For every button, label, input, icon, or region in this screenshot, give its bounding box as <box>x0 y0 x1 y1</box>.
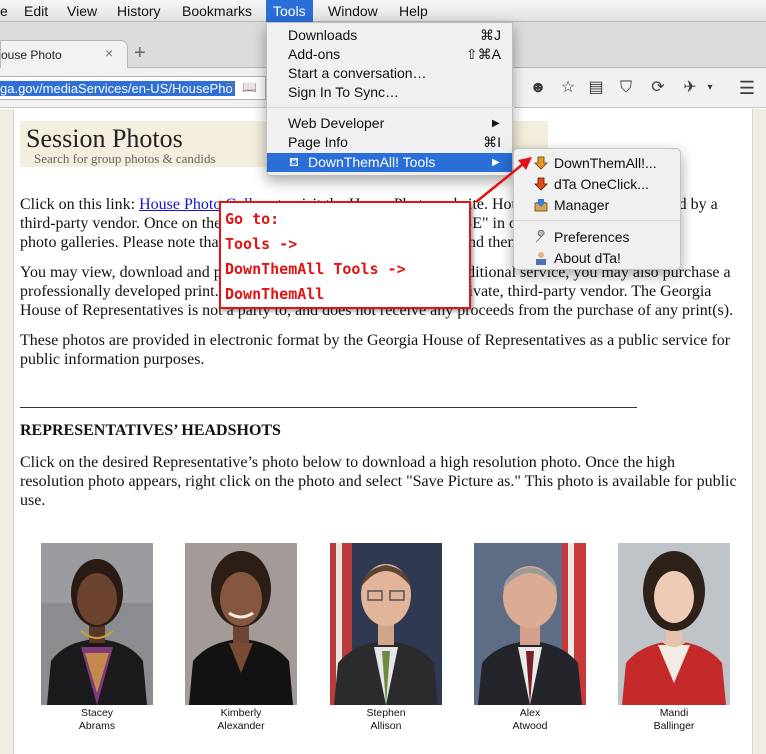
menu-item-label: DownThemAll! Tools <box>308 154 436 170</box>
menu-item-addons[interactable]: Add-ons ⇧⌘A <box>267 45 514 64</box>
downthemall-icon: ⛾ <box>289 155 299 169</box>
url-text[interactable]: ga.gov/mediaServices/en-US/HousePho <box>0 81 235 96</box>
browser-tab[interactable]: ouse Photo × <box>0 40 128 69</box>
downthemall-toolbar-icon[interactable]: ✈ <box>680 78 700 98</box>
menu-item-start-conversation[interactable]: Start a conversation… <box>267 64 514 83</box>
new-tab-button[interactable]: + <box>134 43 146 63</box>
tab-title: ouse Photo <box>1 48 62 62</box>
menu-item-label: Web Developer <box>288 115 385 131</box>
menu-help[interactable]: Help <box>392 0 435 22</box>
menu-item-label: Start a conversation… <box>288 65 427 81</box>
caption-first-name: Stacey <box>80 707 114 719</box>
annotation-line: Go to: <box>225 210 280 228</box>
menu-item-label: Add-ons <box>288 46 341 62</box>
submenu-item-label: Preferences <box>554 229 630 245</box>
page-right-border <box>752 109 766 754</box>
horizontal-rule <box>20 407 637 408</box>
caption-last-name: Alexander <box>217 720 265 732</box>
caption-first-name: Kimberly <box>220 707 262 719</box>
menu-window[interactable]: Window <box>321 0 385 22</box>
hamburger-menu-icon[interactable]: ☰ <box>737 78 757 98</box>
pocket-icon[interactable]: ⛉ <box>616 78 636 98</box>
menu-item-shortcut: ⇧⌘A <box>465 46 501 62</box>
bookmark-star-icon[interactable]: ☆ <box>558 78 578 98</box>
menu-item-sign-in-sync[interactable]: Sign In To Sync… <box>267 83 514 102</box>
close-tab-icon[interactable]: × <box>105 45 113 61</box>
headshot-abrams[interactable] <box>41 543 153 705</box>
menu-item-web-developer[interactable]: Web Developer ▶ <box>267 114 514 133</box>
bookmarks-list-icon[interactable]: ▤ <box>586 78 606 98</box>
annotation-arrow <box>475 157 532 203</box>
menu-item-label: Sign In To Sync… <box>288 84 400 100</box>
caption-allison: Stephen Allison <box>330 707 442 733</box>
caption-last-name: Ballinger <box>653 720 695 732</box>
paragraph-gallery-lead: Click on this link: <box>20 196 140 213</box>
url-history-dropdown-icon[interactable]: ▽ <box>226 80 234 93</box>
submenu-item-label: dTa OneClick... <box>554 176 649 192</box>
caption-ballinger: Mandi Ballinger <box>618 707 730 733</box>
submenu-item-preferences[interactable]: Preferences <box>514 227 680 247</box>
annotation-line: DownThemAll Tools -> <box>225 260 406 278</box>
reader-view-icon[interactable]: 📖 <box>242 80 257 94</box>
caption-alexander: Kimberly Alexander <box>185 707 297 733</box>
headshots-heading: REPRESENTATIVES’ HEADSHOTS <box>20 422 281 439</box>
caption-atwood: Alex Atwood <box>474 707 586 733</box>
caption-last-name: Abrams <box>78 720 116 732</box>
toolbar-dropdown-icon[interactable]: ▾ <box>700 78 720 98</box>
smiley-icon[interactable]: ☻ <box>528 78 548 98</box>
annotation-line: Tools -> <box>225 235 298 253</box>
caption-abrams: Stacey Abrams <box>41 707 153 733</box>
sync-icon[interactable]: ⟳ <box>648 78 668 98</box>
menu-item-downloads[interactable]: Downloads ⌘J <box>267 26 514 45</box>
submenu-separator <box>514 220 680 221</box>
headshot-allison[interactable] <box>330 543 442 705</box>
about-person-icon <box>536 252 546 265</box>
caption-first-name: Stephen <box>366 707 406 719</box>
caption-last-name: Atwood <box>512 720 548 732</box>
menu-tools[interactable]: Tools <box>266 0 313 22</box>
headshot-atwood[interactable] <box>474 543 586 705</box>
submenu-item-label: DownThemAll!... <box>554 155 657 171</box>
menu-history[interactable]: History <box>110 0 168 22</box>
menu-edit[interactable]: Edit <box>17 0 55 22</box>
menu-file[interactable]: e <box>0 0 15 22</box>
caption-last-name: Allison <box>370 720 402 732</box>
headshot-alexander[interactable] <box>185 543 297 705</box>
headshot-ballinger[interactable] <box>618 543 730 705</box>
banner-subtitle: Search for group photos & candids <box>34 151 216 166</box>
menu-item-label: Page Info <box>288 134 348 150</box>
headshots-instructions: Click on the desired Representative’s ph… <box>20 454 737 509</box>
annotation-line: DownThemAll <box>225 285 325 303</box>
url-bar[interactable]: ga.gov/mediaServices/en-US/HousePho ▽ 📖 <box>0 76 266 100</box>
menu-bar: e Edit View History Bookmarks Tools Wind… <box>0 0 766 22</box>
banner-title: Session Photos <box>26 124 183 153</box>
paragraph-public-service: These photos are provided in electronic … <box>20 332 731 368</box>
caption-first-name: Mandi <box>659 707 689 719</box>
menu-separator <box>267 107 514 108</box>
menu-view[interactable]: View <box>60 0 104 22</box>
menu-item-label: Downloads <box>288 27 358 43</box>
submenu-arrow-icon: ▶ <box>492 118 500 129</box>
page-left-border <box>0 109 14 754</box>
instruction-annotation: Go to: Tools -> DownThemAll Tools -> Dow… <box>219 201 471 309</box>
submenu-item-label: Manager <box>554 197 610 213</box>
menu-item-shortcut: ⌘J <box>480 27 501 43</box>
submenu-item-about-dta[interactable]: About dTa! <box>514 248 680 268</box>
caption-first-name: Alex <box>519 707 541 719</box>
menu-bookmarks[interactable]: Bookmarks <box>175 0 259 22</box>
wrench-icon <box>535 230 545 243</box>
submenu-item-label: About dTa! <box>554 250 621 266</box>
